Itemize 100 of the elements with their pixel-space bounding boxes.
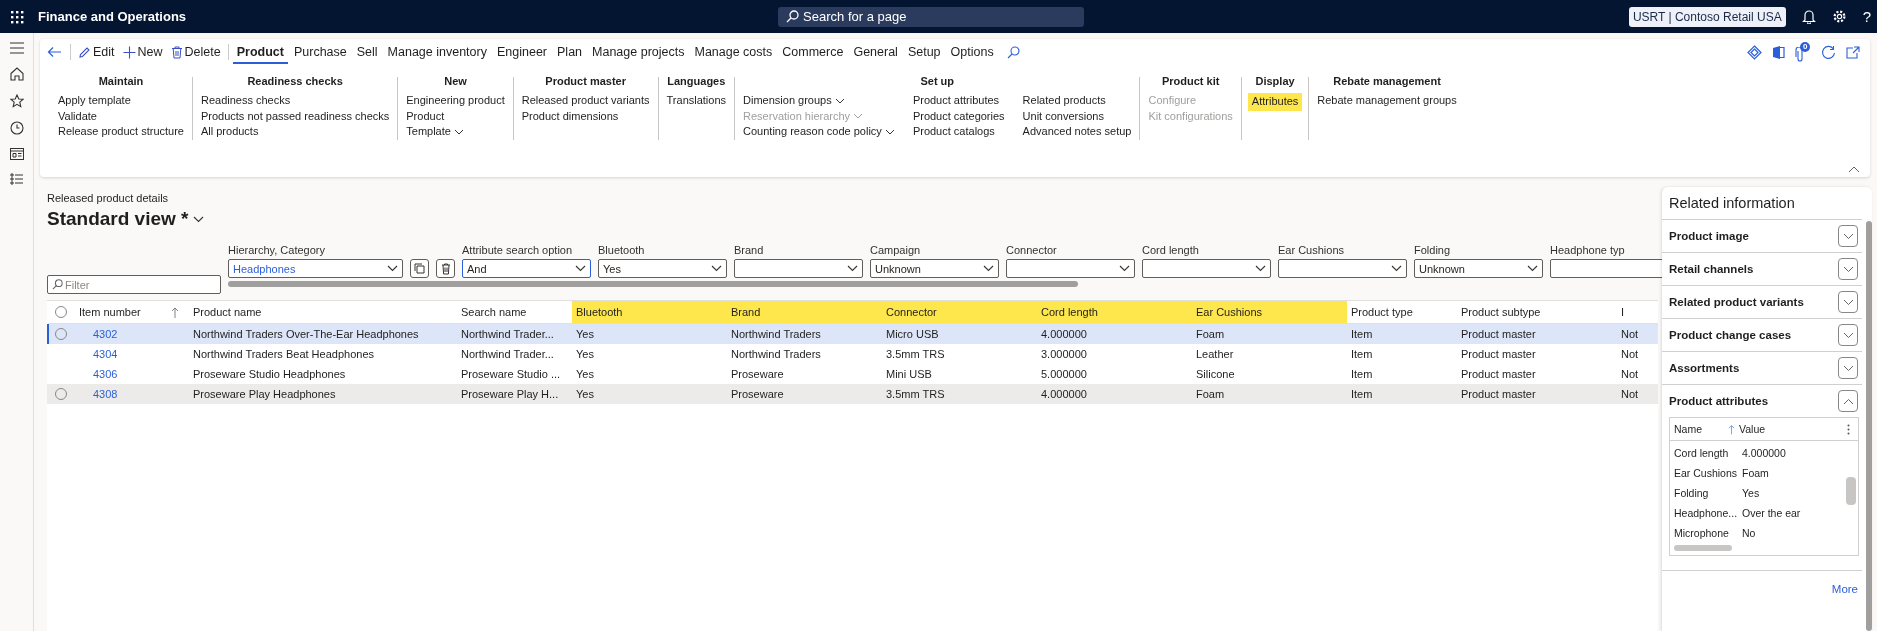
expand-button[interactable] <box>1838 357 1858 379</box>
copy-button[interactable] <box>410 259 429 278</box>
item-number-link[interactable]: 4306 <box>75 368 189 380</box>
ribbon-tab[interactable]: Setup <box>903 40 945 64</box>
column-header[interactable]: Item number <box>75 301 189 323</box>
ribbon-tab[interactable]: Manage costs <box>690 40 777 64</box>
settings-icon[interactable] <box>1831 9 1847 24</box>
expand-button[interactable] <box>1838 225 1858 247</box>
ribbon-tab[interactable]: Commerce <box>778 40 848 64</box>
filter-dropdown[interactable] <box>734 259 863 278</box>
ribbon-tab[interactable]: Manage inventory <box>383 40 491 64</box>
delete-button[interactable]: Delete <box>166 43 225 61</box>
ribbon-command[interactable]: Product <box>404 108 447 124</box>
column-header[interactable]: Search name <box>457 301 572 323</box>
ribbon-command[interactable]: Counting reason code policy <box>741 124 897 140</box>
item-number-link[interactable]: 4308 <box>75 388 189 400</box>
diamond-icon[interactable] <box>1747 44 1762 60</box>
section-title[interactable]: Assortments <box>1669 362 1740 374</box>
app-launcher-icon[interactable] <box>10 9 24 24</box>
ribbon-command[interactable]: Released product variants <box>519 93 652 109</box>
column-header[interactable]: Ear Cushions <box>1192 301 1347 323</box>
item-number-link[interactable]: 4302 <box>75 328 189 340</box>
ribbon-tab[interactable]: General <box>849 40 902 64</box>
column-header[interactable]: Product subtype <box>1457 301 1617 323</box>
grid-row[interactable]: 4302 Northwind Traders Over-The-Ear Headphones Northwind Trader... Yes Northwind Traders Micro USB 4.000000 Foam Item Product master Not <box>47 324 1658 344</box>
ribbon-command[interactable]: Translations <box>664 93 729 109</box>
column-header[interactable]: Brand <box>727 301 882 323</box>
filter-dropdown[interactable]: Headphones <box>228 259 403 278</box>
more-options-icon[interactable] <box>1847 423 1850 435</box>
section-title[interactable]: Product change cases <box>1669 329 1792 341</box>
column-header[interactable]: Cord length <box>1037 301 1192 323</box>
ribbon-tab[interactable]: Manage projects <box>588 40 689 64</box>
section-title[interactable]: Related product variants <box>1669 296 1804 308</box>
ribbon-command[interactable]: Product attributes <box>910 93 1002 109</box>
ribbon-command[interactable]: Product catalogs <box>910 124 997 140</box>
ribbon-tab[interactable]: Purchase <box>289 40 351 64</box>
ribbon-command[interactable]: Product categories <box>910 108 1007 124</box>
attachments-button[interactable]: 0 <box>1795 42 1811 62</box>
ribbon-command[interactable]: Rebate management groups <box>1315 93 1459 109</box>
scrollbar[interactable] <box>228 281 1078 287</box>
column-header[interactable]: Connector <box>882 301 1037 323</box>
filter-dropdown[interactable] <box>1142 259 1271 278</box>
ribbon-command[interactable]: Unit conversions <box>1020 108 1106 124</box>
expand-button[interactable] <box>1838 324 1858 346</box>
collapse-caret-icon[interactable] <box>1848 166 1860 173</box>
section-title[interactable]: Retail channels <box>1669 263 1754 275</box>
ribbon-command[interactable]: Related products <box>1020 93 1108 109</box>
ribbon-tab[interactable]: Options <box>946 40 998 64</box>
filter-dropdown[interactable] <box>1278 259 1407 278</box>
expand-button[interactable] <box>1838 258 1858 280</box>
back-arrow-icon[interactable] <box>47 46 62 58</box>
chevron-down-icon[interactable] <box>192 215 204 223</box>
ribbon-command[interactable]: Validate <box>56 108 99 124</box>
company-picker[interactable]: USRT | Contoso Retail USA <box>1628 6 1786 27</box>
delete-button[interactable] <box>436 259 455 278</box>
ribbon-command[interactable]: Readiness checks <box>198 93 293 109</box>
open-in-new-window-icon[interactable] <box>1846 45 1860 59</box>
ribbon-tab[interactable]: Product <box>232 40 288 64</box>
search-icon[interactable] <box>1006 45 1020 59</box>
column-header[interactable]: I <box>1617 301 1639 323</box>
ribbon-command[interactable]: Release product structure <box>56 124 186 140</box>
filter-dropdown[interactable]: Yes <box>598 259 727 278</box>
section-title[interactable]: Product image <box>1669 230 1749 242</box>
ribbon-tab[interactable]: Sell <box>352 40 382 64</box>
ribbon-command[interactable]: Products not passed readiness checks <box>198 108 392 124</box>
item-number-link[interactable]: 4304 <box>75 348 189 360</box>
star-icon[interactable] <box>9 94 24 108</box>
filter-dropdown[interactable]: Unknown <box>1414 259 1543 278</box>
column-header[interactable]: Value <box>1735 423 1766 435</box>
more-link[interactable]: More <box>1827 571 1862 595</box>
scrollbar[interactable] <box>1846 477 1856 505</box>
scrollbar[interactable] <box>1674 545 1732 551</box>
column-header[interactable]: Name <box>1670 423 1735 435</box>
home-icon[interactable] <box>9 67 24 81</box>
new-button[interactable]: New <box>118 43 167 61</box>
ribbon-command[interactable]: Apply template <box>56 93 133 109</box>
expand-button[interactable] <box>1838 291 1858 313</box>
scrollbar[interactable] <box>1866 221 1872 631</box>
filter-dropdown[interactable]: And <box>462 259 591 278</box>
workspace-icon[interactable] <box>9 148 24 160</box>
refresh-icon[interactable] <box>1821 44 1836 60</box>
filter-dropdown[interactable] <box>1006 259 1135 278</box>
section-title[interactable]: Product attributes <box>1669 395 1769 407</box>
bell-icon[interactable] <box>1801 9 1816 24</box>
ribbon-command[interactable]: Template <box>404 124 466 140</box>
filter-dropdown[interactable]: Unknown <box>870 259 999 278</box>
grid-row[interactable]: 4304 Northwind Traders Beat Headphones Northwind Trader... Yes Northwind Traders 3.5mm TRS 3.000000 Leather Item Product master Not <box>47 344 1658 364</box>
ribbon-command[interactable]: Advanced notes setup <box>1020 124 1134 140</box>
column-header[interactable]: Bluetooth <box>572 301 727 323</box>
filter-dropdown[interactable] <box>1550 259 1662 278</box>
ribbon-command[interactable]: Attributes <box>1247 93 1303 111</box>
collapse-button[interactable] <box>1838 390 1858 412</box>
grid-row[interactable]: 4306 Proseware Studio Headphones Proseware Studio ... Yes Proseware Mini USB 5.000000 Silicone Item Product master Not <box>47 364 1658 384</box>
office-icon[interactable] <box>1772 44 1785 60</box>
ribbon-command[interactable]: Product dimensions <box>519 108 621 124</box>
column-header[interactable]: Product name <box>189 301 457 323</box>
ribbon-command[interactable]: Engineering product <box>404 93 507 109</box>
ribbon-command[interactable]: All products <box>198 124 261 140</box>
column-header[interactable]: Product type <box>1347 301 1457 323</box>
clock-icon[interactable] <box>9 121 24 135</box>
